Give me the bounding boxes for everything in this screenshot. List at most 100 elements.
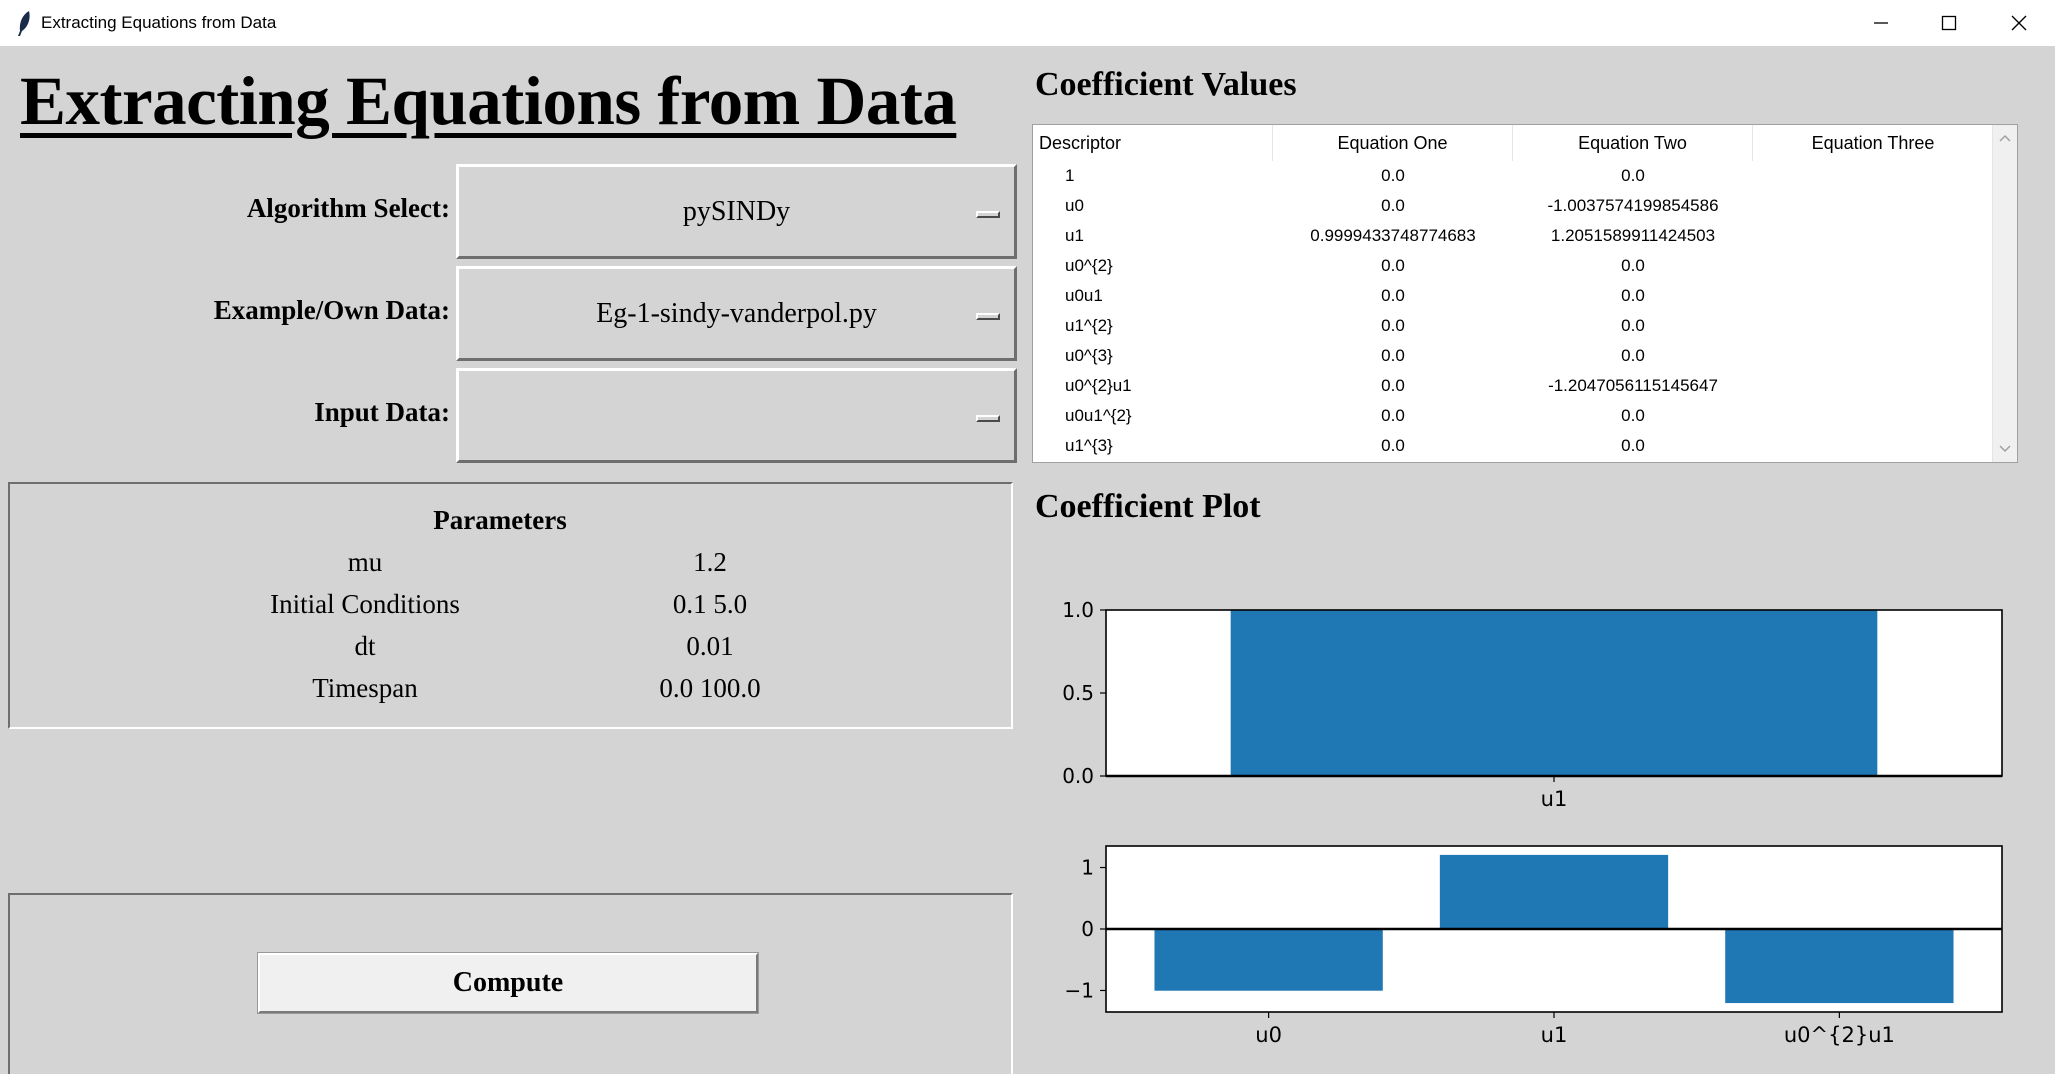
- equation-three-cell: [1753, 401, 1993, 431]
- parameter-row: dt 0.01: [10, 631, 1000, 673]
- compute-button[interactable]: Compute: [257, 952, 759, 1014]
- column-header-equation-three[interactable]: Equation Three: [1753, 125, 1993, 161]
- parameter-value[interactable]: 0.01: [610, 631, 810, 662]
- parameter-row: Initial Conditions 0.1 5.0: [10, 589, 1000, 631]
- equation-three-cell: [1753, 371, 1993, 401]
- equation-one-cell: 0.0: [1381, 256, 1405, 275]
- equation-one-cell: 0.0: [1381, 196, 1405, 215]
- window-title: Extracting Equations from Data: [41, 13, 277, 32]
- dropdown-indicator-icon: [976, 313, 1000, 320]
- table-row[interactable]: u1^{2} 0.0 0.0: [1033, 311, 1993, 341]
- coefficient-plot-chart: u1 0.0 0.5 1.0 u0 u1 u0^{2}u1 −1 0 1: [1062, 598, 2003, 1047]
- descriptor-cell: u0^{3}: [1065, 346, 1113, 365]
- algorithm-select-label: Algorithm Select:: [246, 193, 450, 223]
- equation-two-cell: 1.2051589911424503: [1550, 226, 1716, 245]
- example-data-dropdown[interactable]: Eg-1-sindy-vanderpol.py: [456, 266, 1017, 361]
- input-data-dropdown[interactable]: [456, 368, 1017, 463]
- dropdown-indicator-icon: [976, 415, 1000, 422]
- maximize-button[interactable]: [1914, 0, 1984, 46]
- equation-three-cell: [1753, 281, 1993, 311]
- table-row[interactable]: u1^{3} 0.0 0.0: [1033, 431, 1993, 461]
- equation-two-cell: -1.2047056115145647: [1548, 376, 1718, 395]
- x-tick-label: u1: [1541, 787, 1568, 811]
- table-row[interactable]: 1 0.0 0.0: [1033, 161, 1993, 191]
- minimize-button[interactable]: [1846, 0, 1916, 46]
- x-tick-label: u0^{2}u1: [1784, 1023, 1895, 1047]
- column-header-equation-two[interactable]: Equation Two: [1513, 125, 1753, 161]
- y-tick-label: 1: [1081, 856, 1094, 880]
- descriptor-cell: u1^{2}: [1065, 316, 1113, 335]
- y-tick-label: −1: [1065, 978, 1094, 1002]
- input-data-label: Input Data:: [314, 397, 450, 427]
- scroll-down-icon[interactable]: [1993, 440, 2017, 458]
- equation-two-cell: -1.0037574199854586: [1547, 196, 1719, 215]
- equation-one-cell: 0.0: [1381, 376, 1405, 395]
- equation-one-cell: 0.0: [1381, 316, 1405, 335]
- minimize-icon: [1874, 22, 1888, 24]
- equation-one-cell: 0.9999433748774683: [1310, 226, 1476, 245]
- descriptor-cell: u0^{2}u1: [1065, 376, 1132, 395]
- close-button[interactable]: [1984, 0, 2054, 46]
- equation-two-cell: 0.0: [1621, 286, 1645, 305]
- feather-icon: [18, 11, 30, 36]
- equation-three-cell: [1753, 161, 1993, 191]
- bar: [1439, 854, 1669, 929]
- equation-three-cell: [1753, 341, 1993, 371]
- table-row[interactable]: u0u1 0.0 0.0: [1033, 281, 1993, 311]
- equation-three-cell: [1753, 221, 1993, 251]
- coefficient-table[interactable]: Descriptor Equation One Equation Two Equ…: [1032, 124, 2018, 463]
- close-icon: [2011, 15, 2027, 31]
- x-tick-label: u1: [1541, 1023, 1568, 1047]
- coefficient-values-title: Coefficient Values: [1035, 66, 1297, 103]
- descriptor-cell: u0u1: [1065, 286, 1103, 305]
- table-row[interactable]: u0^{2}u1 0.0 -1.2047056115145647: [1033, 371, 1993, 401]
- bar: [1154, 929, 1383, 991]
- equation-three-cell: [1753, 251, 1993, 281]
- table-header: Descriptor Equation One Equation Two Equ…: [1033, 125, 1993, 161]
- table-row[interactable]: u0^{3} 0.0 0.0: [1033, 341, 1993, 371]
- parameters-title: Parameters: [433, 505, 567, 535]
- descriptor-cell: u1^{3}: [1065, 436, 1113, 455]
- example-data-label: Example/Own Data:: [213, 295, 450, 325]
- equation-two-cell: 0.0: [1621, 406, 1645, 425]
- example-data-value: Eg-1-sindy-vanderpol.py: [596, 297, 877, 329]
- algorithm-select-dropdown[interactable]: pySINDy: [456, 164, 1017, 259]
- equation-one-cell: 0.0: [1381, 406, 1405, 425]
- y-tick-label: 0: [1081, 917, 1094, 941]
- column-header-equation-one[interactable]: Equation One: [1273, 125, 1513, 161]
- parameter-value[interactable]: 0.1 5.0: [610, 589, 810, 620]
- table-row[interactable]: u0^{2} 0.0 0.0: [1033, 251, 1993, 281]
- column-header-descriptor[interactable]: Descriptor: [1033, 125, 1273, 161]
- table-scrollbar[interactable]: [1992, 125, 2017, 462]
- equation-one-cell: 0.0: [1381, 166, 1405, 185]
- maximize-icon: [1941, 15, 1957, 31]
- page-title: Extracting Equations from Data: [20, 63, 957, 139]
- equation-three-cell: [1753, 431, 1993, 461]
- parameter-value[interactable]: 0.0 100.0: [610, 673, 810, 704]
- equation-one-cell: 0.0: [1381, 286, 1405, 305]
- descriptor-cell: u0: [1065, 196, 1084, 215]
- input-data-value: [459, 371, 1014, 460]
- table-row[interactable]: u0 0.0 -1.0037574199854586: [1033, 191, 1993, 221]
- equation-two-cell: 0.0: [1621, 166, 1645, 185]
- equation-three-cell: [1753, 191, 1993, 221]
- bar: [1230, 610, 1878, 776]
- equation-two-cell: 0.0: [1621, 436, 1645, 455]
- algorithm-select-value: pySINDy: [682, 195, 791, 227]
- scroll-up-icon[interactable]: [1993, 129, 2017, 147]
- title-bar: Extracting Equations from Data: [0, 0, 2055, 46]
- bar: [1725, 929, 1954, 1004]
- table-row[interactable]: u1 0.9999433748774683 1.2051589911424503: [1033, 221, 1993, 251]
- equation-three-cell: [1753, 311, 1993, 341]
- descriptor-cell: 1: [1065, 166, 1075, 185]
- x-tick-label: u0: [1255, 1023, 1282, 1047]
- equation-two-cell: 0.0: [1621, 316, 1645, 335]
- equation-two-cell: 0.0: [1621, 256, 1645, 275]
- equation-two-cell: 0.0: [1621, 346, 1645, 365]
- parameter-row: mu 1.2: [10, 547, 1000, 589]
- y-tick-label: 0.5: [1062, 681, 1094, 705]
- descriptor-cell: u1: [1065, 226, 1084, 245]
- y-tick-label: 1.0: [1062, 598, 1094, 622]
- table-row[interactable]: u0u1^{2} 0.0 0.0: [1033, 401, 1993, 431]
- parameter-value[interactable]: 1.2: [610, 547, 810, 578]
